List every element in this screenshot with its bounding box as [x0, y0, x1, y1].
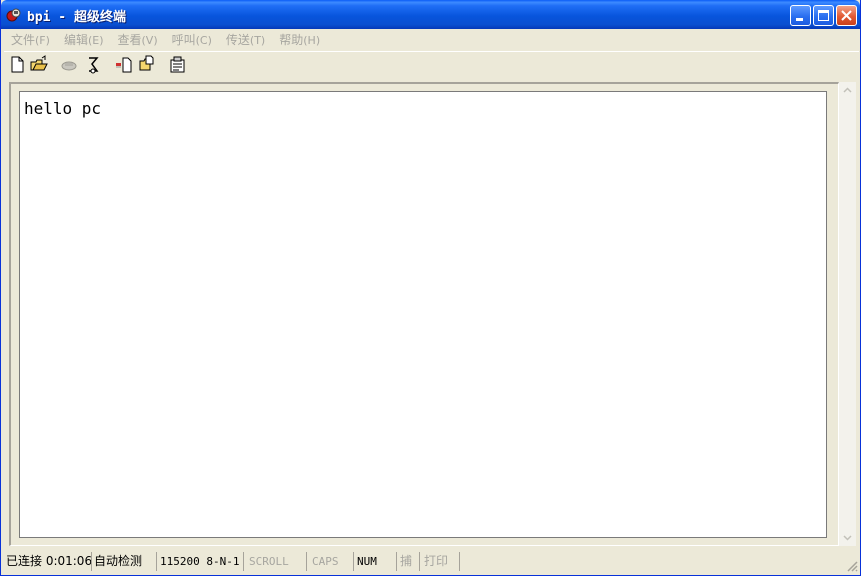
title-bar[interactable]: bpi - 超级终端	[1, 0, 860, 29]
properties-icon	[170, 56, 185, 73]
menu-edit[interactable]: 编辑(E)	[57, 30, 111, 50]
open-button[interactable]	[29, 55, 49, 75]
status-num: NUM	[357, 552, 397, 571]
maximize-button[interactable]	[813, 5, 834, 26]
status-scroll: SCROLL	[249, 552, 307, 571]
scroll-down-button[interactable]	[839, 529, 856, 546]
receive-file-icon	[139, 55, 154, 71]
send-file-icon	[116, 57, 132, 73]
status-caps: CAPS	[312, 552, 354, 571]
close-button[interactable]	[836, 5, 857, 26]
disconnect-button	[59, 55, 79, 75]
close-icon	[841, 10, 852, 21]
menu-bar: 文件(F) 编辑(E) 查看(V) 呼叫(C) 传送(T) 帮助(H)	[4, 29, 859, 50]
hyperterminal-window: bpi - 超级终端 文件(F) 编辑(E) 查看(V) 呼叫(C) 传送(T)…	[0, 0, 861, 576]
minimize-icon	[796, 18, 803, 21]
new-icon	[11, 56, 24, 73]
menu-view[interactable]: 查看(V)	[111, 30, 165, 50]
toolbar	[4, 51, 859, 77]
terminal-screen[interactable]: hello pc	[19, 91, 827, 538]
status-bar: 已连接 0:01:06 自动检测 115200 8-N-1 SCROLL CAP…	[4, 551, 859, 573]
terminal-output-line: hello pc	[24, 99, 102, 118]
status-capture: 捕	[400, 552, 420, 571]
status-connection: 已连接 0:01:06	[6, 552, 92, 571]
resize-grip-icon[interactable]	[845, 559, 859, 573]
disconnect-icon	[61, 61, 77, 71]
menu-call[interactable]: 呼叫(C)	[165, 30, 219, 50]
status-port-settings: 115200 8-N-1	[160, 552, 244, 571]
maximize-icon	[818, 10, 829, 21]
dial-button[interactable]	[83, 55, 103, 75]
menu-help[interactable]: 帮助(H)	[272, 30, 327, 50]
status-print: 打印	[424, 552, 460, 571]
arrow-up-icon	[843, 87, 852, 93]
dial-icon	[89, 57, 99, 74]
receive-file-button[interactable]	[137, 55, 157, 75]
vertical-scrollbar[interactable]	[839, 82, 856, 546]
hyperterminal-app-icon[interactable]	[6, 7, 22, 23]
minimize-button[interactable]	[790, 5, 811, 26]
new-connection-button[interactable]	[8, 55, 28, 75]
arrow-down-icon	[843, 535, 852, 541]
properties-button[interactable]	[168, 55, 188, 75]
window-title: bpi - 超级终端	[27, 10, 126, 25]
menu-file[interactable]: 文件(F)	[4, 30, 57, 50]
menu-transfer[interactable]: 传送(T)	[219, 30, 272, 50]
send-file-button[interactable]	[114, 55, 134, 75]
status-detect: 自动检测	[93, 552, 157, 571]
open-icon	[30, 55, 48, 71]
scroll-up-button[interactable]	[839, 82, 856, 99]
